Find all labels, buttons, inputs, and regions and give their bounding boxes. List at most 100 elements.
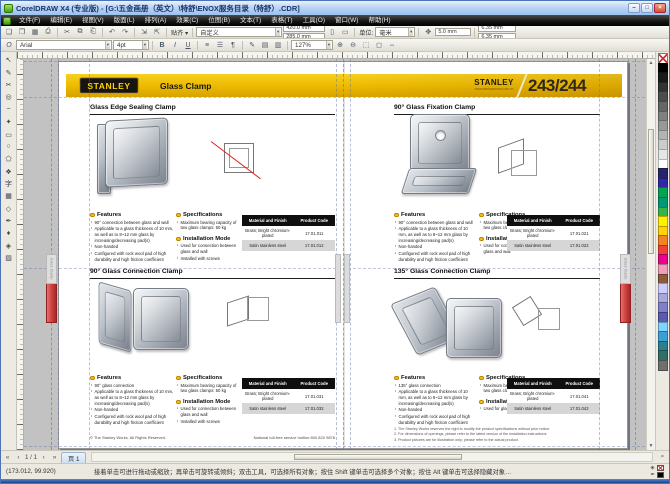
product-title[interactable]: 90° Glass Connection Clamp: [90, 268, 183, 275]
smart-fill-tool[interactable]: ✦: [2, 116, 15, 128]
band-title[interactable]: Glass Clamp: [160, 81, 212, 91]
technical-drawing[interactable]: [514, 292, 564, 342]
product-title[interactable]: 135° Glass Connection Clamp: [394, 268, 490, 275]
prev-page-button[interactable]: ‹: [14, 454, 23, 461]
ellipse-tool[interactable]: ○: [2, 141, 15, 153]
index-tab-left[interactable]: Glass Clamp: [46, 254, 57, 323]
menu-item[interactable]: 视图(V): [77, 15, 109, 26]
text-tool[interactable]: 字: [2, 178, 15, 190]
page-preset-combo[interactable]: 自定义▾: [196, 27, 282, 37]
zoom-selection-icon[interactable]: ⬚: [360, 40, 372, 51]
page-numbers[interactable]: 243/244: [528, 76, 586, 96]
product-title[interactable]: Glass Edge Sealing Clamp: [90, 104, 176, 111]
menu-item[interactable]: 文件(F): [14, 15, 45, 26]
specs-block[interactable]: Specifications Maximum bearing capacity …: [176, 212, 242, 262]
zoom-tool[interactable]: ◎: [2, 91, 15, 103]
rectangle-tool[interactable]: ▭: [2, 128, 15, 140]
fill-tool[interactable]: ◈: [2, 240, 15, 252]
pick-tool[interactable]: ↖: [2, 54, 15, 66]
scroll-thumb[interactable]: [648, 129, 654, 254]
menu-item[interactable]: 排列(A): [140, 15, 172, 26]
features-block[interactable]: Features 90° glass connectionApplicable …: [90, 375, 175, 426]
menu-item[interactable]: 效果(C): [171, 15, 203, 26]
save-icon[interactable]: ▦: [29, 27, 41, 38]
technical-drawing[interactable]: [215, 139, 267, 181]
guideline[interactable]: [24, 97, 655, 98]
menu-item[interactable]: 帮助(H): [363, 15, 395, 26]
horizontal-ruler[interactable]: [17, 52, 655, 59]
pan-zoom-icon[interactable]: ⌕: [658, 453, 667, 461]
drop-cap-icon[interactable]: ¶: [227, 40, 239, 51]
duplicate-x-field[interactable]: 6.35 mm: [478, 26, 516, 32]
paper-width-field[interactable]: 420.0 mm: [283, 26, 325, 32]
cut-icon[interactable]: ✂: [61, 27, 73, 38]
scroll-up-icon[interactable]: ▲: [647, 59, 655, 67]
copy-icon[interactable]: ⧉: [74, 27, 86, 38]
features-block[interactable]: Features 135° glass connectionApplicable…: [394, 375, 474, 426]
horizontal-scrollbar[interactable]: [91, 452, 653, 462]
header-band[interactable]: STANLEY Glass Clamp STANLEY www.stanleya…: [66, 74, 622, 97]
alignment-icon[interactable]: ≡: [201, 40, 213, 51]
font-name-combo[interactable]: Arial▾: [16, 40, 112, 50]
underline-button[interactable]: U: [182, 40, 194, 51]
bold-button[interactable]: B: [156, 40, 168, 51]
palette-swatch[interactable]: [658, 360, 668, 371]
blend-tool[interactable]: ◇: [2, 203, 15, 215]
vertical-scrollbar[interactable]: ▲ ▼: [646, 59, 655, 450]
last-page-button[interactable]: »: [50, 454, 59, 461]
edit-text-icon[interactable]: ✎: [246, 40, 258, 51]
menu-item[interactable]: 版面(L): [109, 15, 140, 26]
undo-icon[interactable]: ↶: [106, 27, 118, 38]
vertical-text-icon[interactable]: ▥: [272, 40, 284, 51]
features-block[interactable]: Features 90° connection between glass an…: [394, 212, 474, 263]
menu-item[interactable]: 位图(B): [203, 15, 235, 26]
nudge-field[interactable]: 5.0 mm: [435, 28, 471, 36]
scroll-thumb[interactable]: [294, 454, 462, 460]
drawing-canvas[interactable]: STANLEY Glass Clamp STANLEY www.stanleya…: [24, 59, 655, 450]
scroll-down-icon[interactable]: ▼: [647, 442, 655, 450]
guideline[interactable]: [24, 446, 655, 447]
menu-item[interactable]: 表格(T): [266, 15, 297, 26]
freehand-tool[interactable]: ~: [2, 104, 15, 116]
guideline[interactable]: [24, 61, 655, 62]
zoom-page-icon[interactable]: ◻: [373, 40, 385, 51]
stanley-logo-right[interactable]: STANLEY www.stanleyaccess.com.cn: [468, 79, 520, 91]
basic-shapes-tool[interactable]: ❖: [2, 166, 15, 178]
bleed-guideline[interactable]: [635, 59, 636, 450]
redo-icon[interactable]: ↷: [119, 27, 131, 38]
landscape-icon[interactable]: ▭: [339, 27, 351, 38]
font-size-combo[interactable]: 4pt▾: [113, 40, 149, 50]
guideline[interactable]: [350, 59, 351, 450]
index-tab-right[interactable]: Glass Clamp: [620, 254, 631, 323]
product-table[interactable]: Material and FinishProduct Code Brass; B…: [507, 215, 600, 251]
product-title[interactable]: 90° Glass Fixation Clamp: [394, 104, 475, 111]
menu-item[interactable]: 工具(O): [298, 15, 330, 26]
close-button[interactable]: ×: [654, 3, 666, 13]
export-icon[interactable]: ⇱: [151, 27, 163, 38]
product-table[interactable]: Material and FinishProduct Code Brass; B…: [507, 378, 600, 414]
zoom-out-icon[interactable]: ⊖: [347, 40, 359, 51]
menu-item[interactable]: 编辑(E): [45, 15, 77, 26]
maximize-button[interactable]: □: [641, 3, 653, 13]
bullet-list-icon[interactable]: ☰: [214, 40, 226, 51]
next-page-button[interactable]: ›: [39, 454, 48, 461]
guideline[interactable]: [89, 59, 90, 450]
page-tab[interactable]: 页 1: [61, 452, 86, 463]
corel-menu-icon[interactable]: [3, 17, 11, 25]
product-table[interactable]: Material and FinishProduct Code Brass; B…: [242, 378, 335, 414]
zoom-in-icon[interactable]: ⊕: [334, 40, 346, 51]
new-icon[interactable]: ❏: [3, 27, 15, 38]
zoom-width-icon[interactable]: ⇔: [386, 40, 398, 51]
guideline[interactable]: [58, 59, 59, 450]
features-block[interactable]: Features 90° connection between glass an…: [90, 212, 175, 263]
technical-drawing[interactable]: [224, 287, 272, 333]
menu-item[interactable]: 文本(T): [235, 15, 266, 26]
first-page-button[interactable]: «: [3, 454, 12, 461]
print-icon[interactable]: ⎙: [42, 27, 54, 38]
vertical-ruler[interactable]: [17, 59, 24, 450]
guideline[interactable]: [599, 59, 600, 450]
menu-item[interactable]: 窗口(W): [330, 15, 363, 26]
italic-button[interactable]: I: [169, 40, 181, 51]
zoom-level-combo[interactable]: 127%▾: [291, 40, 333, 50]
shape-tool[interactable]: ✎: [2, 66, 15, 78]
